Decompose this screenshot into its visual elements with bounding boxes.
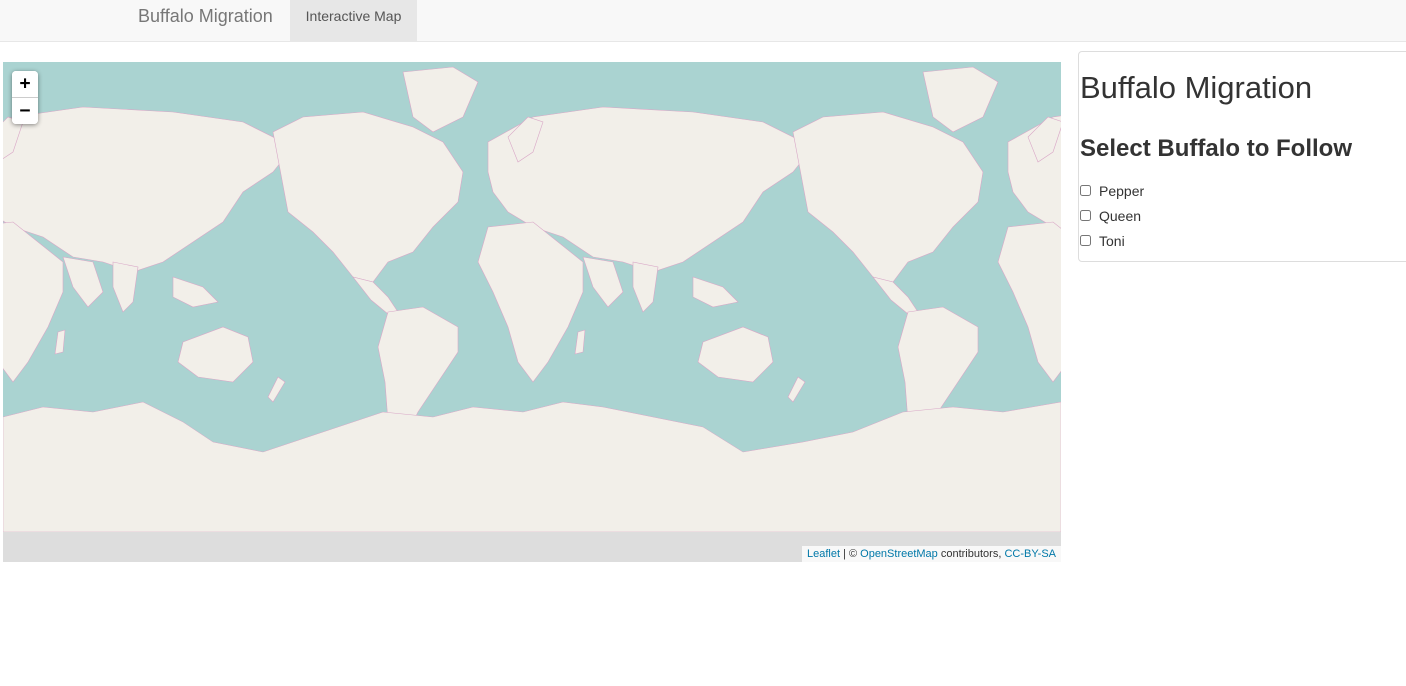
navbar: Buffalo Migration Interactive Map xyxy=(0,0,1406,42)
license-link[interactable]: CC-BY-SA xyxy=(1004,548,1056,560)
attribution-separator: | © xyxy=(840,548,861,560)
map-attribution: Leaflet | © OpenStreetMap contributors, … xyxy=(801,546,1061,562)
navbar-brand[interactable]: Buffalo Migration xyxy=(138,6,273,26)
checkbox-pepper[interactable] xyxy=(1080,185,1091,196)
world-map[interactable]: + − Leaflet | © OpenStreetMap contributo… xyxy=(3,62,1061,562)
leaflet-link[interactable]: Leaflet xyxy=(807,548,840,560)
panel-title: Buffalo Migration xyxy=(1080,70,1313,105)
map-tiles xyxy=(3,62,1061,562)
osm-link[interactable]: OpenStreetMap xyxy=(860,548,938,560)
checkbox-row-queen[interactable]: Queen xyxy=(1080,203,1144,228)
tab-interactive-map[interactable]: Interactive Map xyxy=(290,0,417,41)
buffalo-checkbox-group: Pepper Queen Toni xyxy=(1080,178,1144,253)
attribution-contributors: contributors, xyxy=(937,548,1005,560)
checkbox-label-pepper: Pepper xyxy=(1099,182,1145,199)
zoom-out-button[interactable]: − xyxy=(12,98,38,124)
zoom-in-button[interactable]: + xyxy=(12,71,38,98)
checkbox-queen[interactable] xyxy=(1080,210,1091,221)
checkbox-row-toni[interactable]: Toni xyxy=(1080,228,1144,253)
checkbox-row-pepper[interactable]: Pepper xyxy=(1080,178,1144,203)
panel-subtitle: Select Buffalo to Follow xyxy=(1080,135,1353,162)
checkbox-label-queen: Queen xyxy=(1099,207,1142,224)
zoom-control: + − xyxy=(12,71,38,124)
checkbox-label-toni: Toni xyxy=(1099,232,1125,249)
checkbox-toni[interactable] xyxy=(1080,235,1091,246)
control-panel: Buffalo Migration Select Buffalo to Foll… xyxy=(1078,51,1406,262)
